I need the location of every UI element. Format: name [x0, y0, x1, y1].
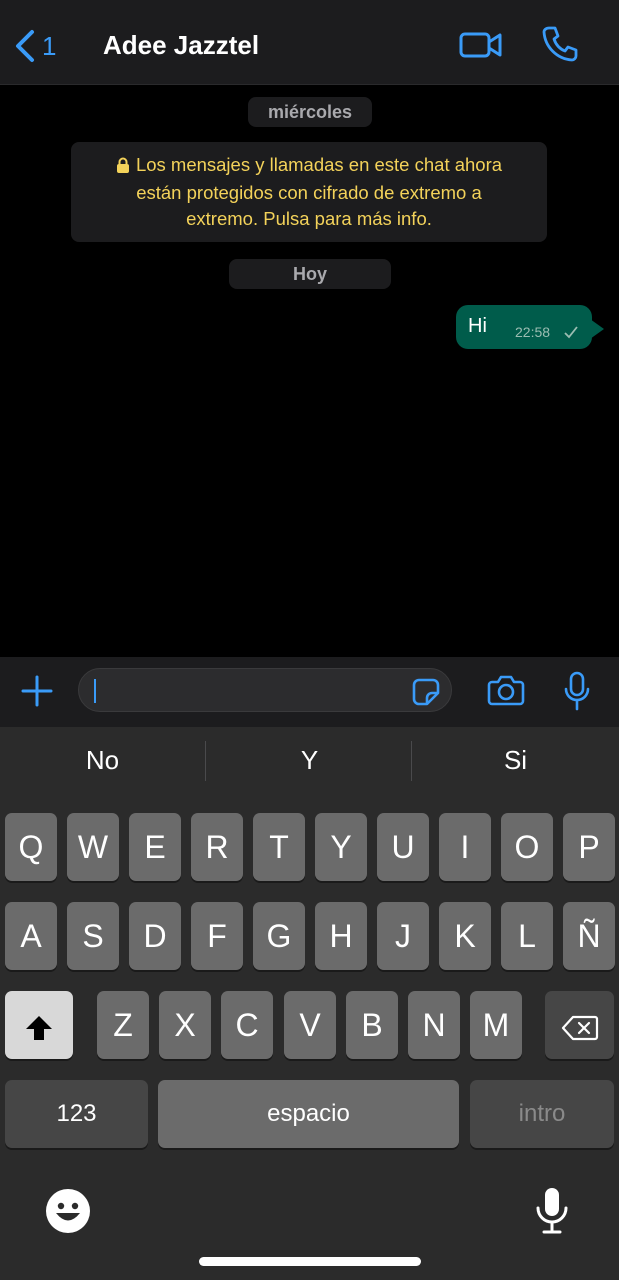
key-n[interactable]: N: [408, 991, 460, 1059]
home-indicator[interactable]: [199, 1257, 421, 1266]
shift-key[interactable]: [5, 991, 73, 1059]
key-t[interactable]: T: [253, 813, 305, 881]
dictation-icon[interactable]: [534, 1186, 570, 1241]
date-separator-today: Hoy: [229, 259, 391, 289]
video-call-icon[interactable]: [459, 24, 503, 69]
contact-name[interactable]: Adee Jazztel: [103, 30, 259, 61]
shift-arrow-icon: [26, 1015, 52, 1040]
encryption-notice-line1: Los mensajes y llamadas en este chat aho…: [135, 154, 503, 175]
unread-count: 1: [42, 30, 57, 61]
suggestion-2[interactable]: Y: [207, 745, 412, 776]
key-a[interactable]: A: [5, 902, 57, 970]
key-f[interactable]: F: [191, 902, 243, 970]
text-caret: [94, 679, 96, 703]
emoji-icon[interactable]: [45, 1188, 91, 1239]
suggestion-divider: [411, 741, 412, 781]
date-separator-wednesday: miércoles: [248, 97, 372, 127]
chat-area[interactable]: miércoles Los mensajes y llamadas en est…: [0, 85, 619, 657]
key-x[interactable]: X: [159, 991, 211, 1059]
bubble-tail: [590, 319, 604, 339]
key-j[interactable]: J: [377, 902, 429, 970]
space-key[interactable]: espacio: [158, 1080, 459, 1148]
key-k[interactable]: K: [439, 902, 491, 970]
message-time: 22:58: [515, 324, 551, 340]
suggestion-1[interactable]: No: [0, 745, 205, 776]
backspace-icon: [561, 1015, 598, 1040]
back-button[interactable]: 1: [12, 28, 56, 64]
lock-icon: [116, 154, 130, 180]
message-text: Hi: [468, 315, 487, 337]
suggestion-3[interactable]: Si: [413, 745, 618, 776]
microphone-icon[interactable]: [563, 671, 591, 718]
numbers-key[interactable]: 123: [5, 1080, 148, 1148]
key-h[interactable]: H: [315, 902, 367, 970]
chat-header: 1 Adee Jazztel: [0, 0, 619, 85]
phone-call-icon[interactable]: [540, 24, 580, 69]
key-m[interactable]: M: [470, 991, 522, 1059]
key-e[interactable]: E: [129, 813, 181, 881]
key-q[interactable]: Q: [5, 813, 57, 881]
message-input[interactable]: [78, 668, 452, 712]
message-composer: [0, 657, 619, 727]
key-w[interactable]: W: [67, 813, 119, 881]
key-d[interactable]: D: [129, 902, 181, 970]
key-z[interactable]: Z: [97, 991, 149, 1059]
return-key[interactable]: intro: [470, 1080, 614, 1148]
key-y[interactable]: Y: [315, 813, 367, 881]
key-r[interactable]: R: [191, 813, 243, 881]
encryption-notice-line3: extremo. Pulsa para más info.: [186, 208, 432, 229]
key-enye[interactable]: Ñ: [563, 902, 615, 970]
sticker-icon[interactable]: [411, 677, 441, 712]
predictive-suggestions: No Y Si: [0, 727, 619, 807]
encryption-notice-line2: están protegidos con cifrado de extremo …: [136, 182, 482, 203]
key-s[interactable]: S: [67, 902, 119, 970]
plus-icon[interactable]: [20, 674, 54, 713]
encryption-notice[interactable]: Los mensajes y llamadas en este chat aho…: [71, 142, 547, 242]
single-check-icon: [563, 325, 579, 344]
key-i[interactable]: I: [439, 813, 491, 881]
camera-icon[interactable]: [487, 673, 525, 712]
key-l[interactable]: L: [501, 902, 553, 970]
key-c[interactable]: C: [221, 991, 273, 1059]
key-g[interactable]: G: [253, 902, 305, 970]
keyboard: No Y Si Q W E R T Y U I O P A S D F G H …: [0, 727, 619, 1280]
suggestion-divider: [205, 741, 206, 781]
backspace-key[interactable]: [545, 991, 614, 1059]
key-p[interactable]: P: [563, 813, 615, 881]
key-v[interactable]: V: [284, 991, 336, 1059]
outgoing-message[interactable]: Hi 22:58: [456, 305, 604, 349]
chevron-left-icon: [16, 30, 34, 62]
key-o[interactable]: O: [501, 813, 553, 881]
key-b[interactable]: B: [346, 991, 398, 1059]
key-u[interactable]: U: [377, 813, 429, 881]
